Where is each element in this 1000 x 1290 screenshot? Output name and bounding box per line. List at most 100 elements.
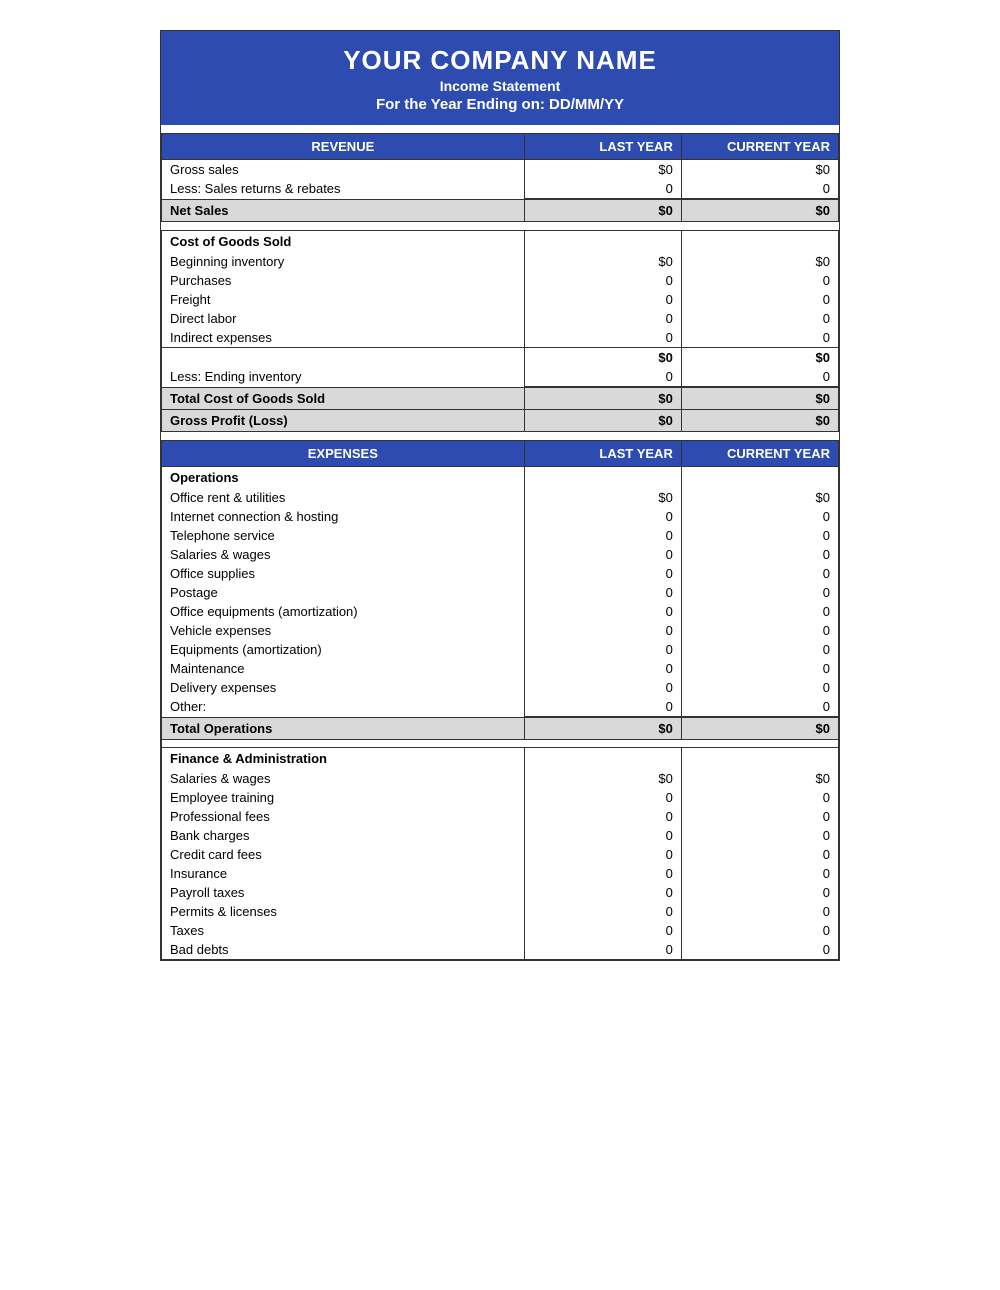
purchases-row: Purchases 0 0: [162, 271, 839, 290]
purchases-label: Purchases: [162, 271, 525, 290]
ending-inventory-last-year: 0: [524, 367, 681, 387]
internet-current-year: 0: [681, 507, 838, 526]
other-label: Other:: [162, 697, 525, 717]
cogs-subtotal-empty: [162, 348, 525, 368]
revenue-header-label: REVENUE: [162, 134, 525, 160]
bad-debts-row: Bad debts 0 0: [162, 940, 839, 960]
freight-label: Freight: [162, 290, 525, 309]
salaries-wages-ops-last-year: 0: [524, 545, 681, 564]
revenue-current-year-header: CURRENT YEAR: [681, 134, 838, 160]
indirect-expenses-last-year: 0: [524, 328, 681, 348]
net-sales-label: Net Sales: [162, 199, 525, 222]
postage-label: Postage: [162, 583, 525, 602]
insurance-row: Insurance 0 0: [162, 864, 839, 883]
direct-labor-current-year: 0: [681, 309, 838, 328]
office-equipment-label: Office equipments (amortization): [162, 602, 525, 621]
finance-label-row: Finance & Administration: [162, 748, 839, 770]
vehicle-expenses-label: Vehicle expenses: [162, 621, 525, 640]
indirect-expenses-current-year: 0: [681, 328, 838, 348]
gap-1: [161, 125, 839, 133]
gross-sales-last-year: $0: [524, 160, 681, 180]
revenue-table: REVENUE LAST YEAR CURRENT YEAR Gross sal…: [161, 133, 839, 222]
company-name: YOUR COMPANY NAME: [171, 45, 829, 76]
office-supplies-current-year: 0: [681, 564, 838, 583]
ending-inventory-label: Less: Ending inventory: [162, 367, 525, 387]
bad-debts-last-year: 0: [524, 940, 681, 960]
expenses-current-year-header: CURRENT YEAR: [681, 441, 838, 467]
telephone-label: Telephone service: [162, 526, 525, 545]
purchases-current-year: 0: [681, 271, 838, 290]
gross-sales-row: Gross sales $0 $0: [162, 160, 839, 180]
telephone-row: Telephone service 0 0: [162, 526, 839, 545]
office-rent-current-year: $0: [681, 488, 838, 507]
sales-returns-current-year: 0: [681, 179, 838, 199]
payroll-taxes-row: Payroll taxes 0 0: [162, 883, 839, 902]
other-last-year: 0: [524, 697, 681, 717]
delivery-expenses-last-year: 0: [524, 678, 681, 697]
gap-3: [161, 432, 839, 440]
report-header: YOUR COMPANY NAME Income Statement For t…: [161, 31, 839, 125]
sales-returns-label: Less: Sales returns & rebates: [162, 179, 525, 199]
permits-licenses-row: Permits & licenses 0 0: [162, 902, 839, 921]
fin-salaries-last-year: $0: [524, 769, 681, 788]
payroll-taxes-last-year: 0: [524, 883, 681, 902]
total-cogs-last-year: $0: [524, 387, 681, 410]
vehicle-expenses-last-year: 0: [524, 621, 681, 640]
expenses-header-row: EXPENSES LAST YEAR CURRENT YEAR: [162, 441, 839, 467]
beginning-inventory-current-year: $0: [681, 252, 838, 271]
operations-last-year-empty: [524, 467, 681, 489]
expenses-header-label: EXPENSES: [162, 441, 525, 467]
equipment-amort-label: Equipments (amortization): [162, 640, 525, 659]
gross-sales-label: Gross sales: [162, 160, 525, 180]
revenue-last-year-header: LAST YEAR: [524, 134, 681, 160]
credit-card-fees-last-year: 0: [524, 845, 681, 864]
maintenance-last-year: 0: [524, 659, 681, 678]
telephone-last-year: 0: [524, 526, 681, 545]
maintenance-label: Maintenance: [162, 659, 525, 678]
telephone-current-year: 0: [681, 526, 838, 545]
payroll-taxes-label: Payroll taxes: [162, 883, 525, 902]
bad-debts-current-year: 0: [681, 940, 838, 960]
office-equipment-current-year: 0: [681, 602, 838, 621]
total-cogs-row: Total Cost of Goods Sold $0 $0: [162, 387, 839, 410]
employee-training-current-year: 0: [681, 788, 838, 807]
operations-label-row: Operations: [162, 467, 839, 489]
vehicle-expenses-row: Vehicle expenses 0 0: [162, 621, 839, 640]
professional-fees-row: Professional fees 0 0: [162, 807, 839, 826]
taxes-current-year: 0: [681, 921, 838, 940]
total-operations-row: Total Operations $0 $0: [162, 717, 839, 740]
direct-labor-last-year: 0: [524, 309, 681, 328]
beginning-inventory-last-year: $0: [524, 252, 681, 271]
delivery-expenses-label: Delivery expenses: [162, 678, 525, 697]
fin-salaries-current-year: $0: [681, 769, 838, 788]
vehicle-expenses-current-year: 0: [681, 621, 838, 640]
cogs-table: Cost of Goods Sold Beginning inventory $…: [161, 230, 839, 432]
beginning-inventory-row: Beginning inventory $0 $0: [162, 252, 839, 271]
indirect-expenses-row: Indirect expenses 0 0: [162, 328, 839, 348]
direct-labor-label: Direct labor: [162, 309, 525, 328]
postage-last-year: 0: [524, 583, 681, 602]
expenses-last-year-header: LAST YEAR: [524, 441, 681, 467]
employee-training-row: Employee training 0 0: [162, 788, 839, 807]
office-equipment-row: Office equipments (amortization) 0 0: [162, 602, 839, 621]
bad-debts-label: Bad debts: [162, 940, 525, 960]
fin-salaries-row: Salaries & wages $0 $0: [162, 769, 839, 788]
professional-fees-current-year: 0: [681, 807, 838, 826]
cogs-header-row: Cost of Goods Sold: [162, 231, 839, 253]
salaries-wages-ops-current-year: 0: [681, 545, 838, 564]
bank-charges-label: Bank charges: [162, 826, 525, 845]
purchases-last-year: 0: [524, 271, 681, 290]
ending-inventory-current-year: 0: [681, 367, 838, 387]
gross-sales-current-year: $0: [681, 160, 838, 180]
operations-current-year-empty: [681, 467, 838, 489]
bank-charges-row: Bank charges 0 0: [162, 826, 839, 845]
permits-licenses-last-year: 0: [524, 902, 681, 921]
net-sales-row: Net Sales $0 $0: [162, 199, 839, 222]
maintenance-row: Maintenance 0 0: [162, 659, 839, 678]
ending-inventory-row: Less: Ending inventory 0 0: [162, 367, 839, 387]
office-rent-last-year: $0: [524, 488, 681, 507]
operations-label: Operations: [162, 467, 525, 489]
professional-fees-label: Professional fees: [162, 807, 525, 826]
equipment-amort-row: Equipments (amortization) 0 0: [162, 640, 839, 659]
sales-returns-last-year: 0: [524, 179, 681, 199]
